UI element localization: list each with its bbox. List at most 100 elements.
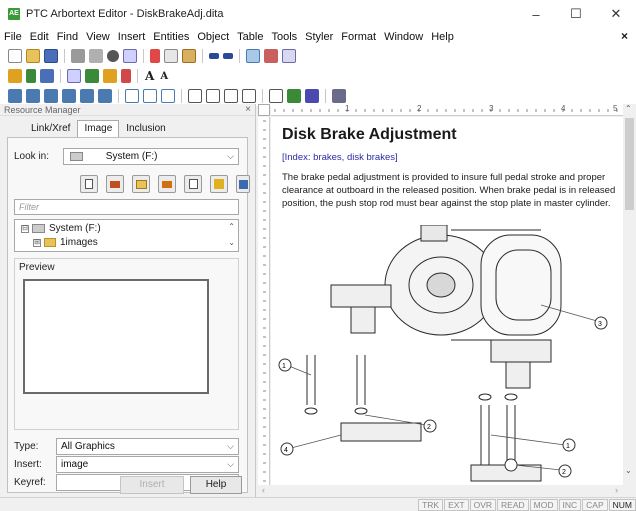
menu-table[interactable]: Table <box>233 31 267 43</box>
change-markup-icon[interactable] <box>26 69 36 83</box>
redo-icon[interactable] <box>223 53 233 59</box>
scroll-down-icon[interactable]: ⌄ <box>625 466 632 475</box>
font-smaller-icon[interactable]: A <box>160 71 168 82</box>
new-folder-icon[interactable] <box>184 175 202 193</box>
type-dropdown[interactable]: All Graphics ⌵ <box>56 438 239 455</box>
scroll-left-icon[interactable]: ‹ <box>262 485 265 495</box>
document-area[interactable]: Disk Brake Adjustment [Index: brakes, di… <box>271 117 623 485</box>
preview-group: Preview <box>14 258 239 430</box>
menu-insert[interactable]: Insert <box>114 31 150 43</box>
tab-inclusion[interactable]: Inclusion <box>119 120 172 138</box>
scroll-up-icon[interactable]: ⌃ <box>228 222 235 231</box>
up-folder-icon[interactable] <box>132 175 150 193</box>
undo-icon[interactable] <box>209 53 219 59</box>
open-folder-icon[interactable] <box>26 49 40 63</box>
modify-attributes-icon[interactable] <box>40 69 54 83</box>
highlight-icon[interactable] <box>332 89 346 103</box>
folder-tree[interactable]: ⊟ System (F:) ⊞ 1images ⌃ ⌄ <box>14 219 239 252</box>
menu-edit[interactable]: Edit <box>26 31 53 43</box>
table-row-icon[interactable] <box>44 89 58 103</box>
resource-manager-close-icon[interactable]: × <box>245 104 251 115</box>
find-icon[interactable] <box>107 50 119 62</box>
font-bigger-icon[interactable]: A <box>145 69 154 83</box>
brake-assembly-drawing: 3 1 2 4 1 2 <box>278 225 608 482</box>
image-preview-icon[interactable] <box>236 175 250 193</box>
back-icon[interactable] <box>106 175 124 193</box>
filter-input[interactable]: Filter <box>14 199 239 215</box>
menu-object[interactable]: Object <box>193 31 233 43</box>
font-style-icon[interactable] <box>305 89 319 103</box>
entity-icon[interactable] <box>85 69 99 83</box>
menu-styler[interactable]: Styler <box>301 31 337 43</box>
insert-dropdown[interactable]: image ⌵ <box>56 456 239 473</box>
scroll-down-icon[interactable]: ⌄ <box>228 238 235 247</box>
scroll-up-icon[interactable]: ⌃ <box>625 104 632 113</box>
table-props-icon[interactable] <box>269 89 283 103</box>
menu-view[interactable]: View <box>82 31 114 43</box>
insert-button[interactable]: Insert <box>120 476 184 494</box>
close-button[interactable]: ✕ <box>596 0 636 28</box>
tab-link-xref[interactable]: Link/Xref <box>24 120 77 138</box>
preview-icon[interactable] <box>264 49 278 63</box>
collapse-icon[interactable]: ⊟ <box>21 224 29 233</box>
maximize-button[interactable]: ☐ <box>556 0 596 28</box>
menu-tools[interactable]: Tools <box>267 31 301 43</box>
insert-value: image <box>61 459 89 470</box>
table-insert-icon[interactable] <box>8 89 22 103</box>
cut-icon[interactable] <box>150 49 160 63</box>
document-paragraph[interactable]: The brake pedal adjustment is provided t… <box>282 171 623 210</box>
align-center-icon[interactable] <box>206 89 220 103</box>
check-completeness-icon[interactable] <box>67 69 81 83</box>
align-middle-icon[interactable] <box>143 89 157 103</box>
graphic-icon[interactable] <box>287 89 301 103</box>
align-right-icon[interactable] <box>224 89 238 103</box>
scroll-thumb[interactable] <box>625 118 634 210</box>
tab-image[interactable]: Image <box>77 120 120 138</box>
minimize-button[interactable]: – <box>516 0 556 28</box>
vertical-scrollbar[interactable]: ⌃ ⌄ <box>623 104 636 485</box>
menu-format[interactable]: Format <box>337 31 380 43</box>
print-preview-icon[interactable] <box>89 49 103 63</box>
copy-icon[interactable] <box>164 49 178 63</box>
tree-node-system[interactable]: ⊟ System (F:) <box>21 223 101 234</box>
align-top-icon[interactable] <box>125 89 139 103</box>
details-view-icon[interactable] <box>80 175 98 193</box>
align-left-icon[interactable] <box>188 89 202 103</box>
view-icon[interactable] <box>246 49 260 63</box>
look-in-dropdown[interactable]: System (F:) ⌵ <box>63 148 239 165</box>
horizontal-scrollbar[interactable]: ‹ › <box>258 485 636 497</box>
new-document-icon[interactable] <box>8 49 22 63</box>
help-button[interactable]: Help <box>190 476 242 494</box>
close-document-icon[interactable]: × <box>621 29 628 43</box>
save-icon[interactable] <box>44 49 58 63</box>
table-edit-icon[interactable] <box>26 89 40 103</box>
properties-icon[interactable] <box>210 175 228 193</box>
insert-markup-icon[interactable] <box>8 69 22 83</box>
menu-entities[interactable]: Entities <box>149 31 193 43</box>
callout-label: 2 <box>427 424 431 431</box>
document-title[interactable]: Disk Brake Adjustment <box>282 126 457 144</box>
spellcheck-icon[interactable] <box>123 49 137 63</box>
menu-find[interactable]: Find <box>53 31 82 43</box>
menu-help[interactable]: Help <box>427 31 458 43</box>
ruler-corner <box>258 104 270 116</box>
forward-icon[interactable] <box>158 175 176 193</box>
table-split-icon[interactable] <box>98 89 112 103</box>
tag-icon[interactable] <box>103 69 117 83</box>
print-icon[interactable] <box>71 49 85 63</box>
justify-icon[interactable] <box>242 89 256 103</box>
align-bottom-icon[interactable] <box>161 89 175 103</box>
compose-icon[interactable] <box>282 49 296 63</box>
paste-icon[interactable] <box>182 49 196 63</box>
scroll-right-icon[interactable]: › <box>615 485 618 495</box>
menu-file[interactable]: File <box>0 31 26 43</box>
filter-icon[interactable] <box>121 69 131 83</box>
resource-manager-title: Resource Manager <box>4 104 81 115</box>
index-term[interactable]: [Index: brakes, disk brakes] <box>282 152 398 163</box>
expand-icon[interactable]: ⊞ <box>33 238 41 247</box>
table-col-icon[interactable] <box>62 89 76 103</box>
menu-window[interactable]: Window <box>380 31 427 43</box>
table-cell-icon[interactable] <box>80 89 94 103</box>
chevron-down-icon: ⌵ <box>227 441 234 451</box>
tree-node-1images[interactable]: ⊞ 1images <box>33 237 98 248</box>
